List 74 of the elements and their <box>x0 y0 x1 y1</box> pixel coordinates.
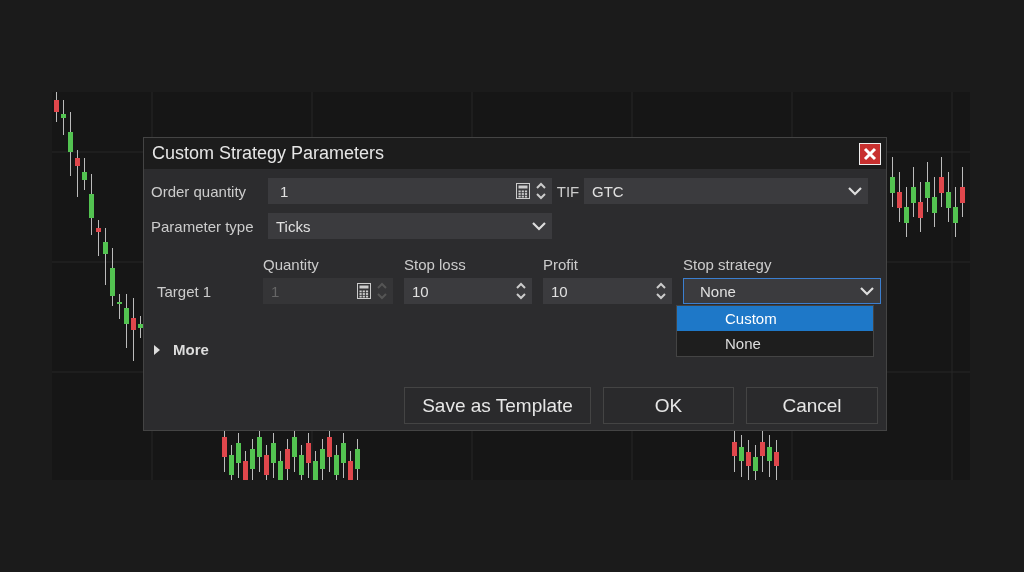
order-quantity-label: Order quantity <box>151 182 248 200</box>
candlestick <box>774 439 779 480</box>
candlestick <box>250 438 255 480</box>
dropdown-option[interactable]: None <box>677 331 873 356</box>
chevron-down-icon <box>860 286 874 296</box>
close-icon <box>863 146 877 161</box>
close-button[interactable] <box>859 142 881 165</box>
candlestick <box>739 434 744 478</box>
candlestick <box>753 444 758 480</box>
candlestick <box>904 186 909 238</box>
dropdown-option[interactable]: Custom <box>677 306 873 331</box>
candlestick <box>746 439 751 480</box>
candlestick <box>236 432 241 479</box>
profit-field[interactable]: 10 <box>543 278 672 304</box>
candlestick <box>75 149 80 198</box>
chevron-down-icon <box>848 186 862 196</box>
candlestick <box>760 429 765 473</box>
stop-loss-field[interactable]: 10 <box>404 278 532 304</box>
candlestick <box>285 438 290 480</box>
candlestick <box>96 219 101 257</box>
candlestick <box>68 111 73 177</box>
tif-select[interactable]: GTC <box>584 178 868 204</box>
chevron-down-icon <box>532 221 546 231</box>
candlestick <box>341 432 346 479</box>
more-toggle[interactable]: More <box>153 341 209 358</box>
candlestick <box>131 297 136 362</box>
candlestick <box>61 99 66 136</box>
stop-strategy-select[interactable]: None <box>683 278 881 304</box>
ok-button[interactable]: OK <box>603 387 734 424</box>
candlestick <box>299 444 304 480</box>
candlestick <box>946 171 951 223</box>
candlestick <box>334 444 339 480</box>
candlestick <box>953 186 958 238</box>
candlestick <box>960 166 965 218</box>
parameter-type-select[interactable]: Ticks <box>268 213 552 239</box>
candlestick <box>82 157 87 191</box>
column-header: Profit <box>543 256 578 273</box>
candlestick <box>278 450 283 480</box>
candlestick <box>110 247 115 307</box>
candlestick <box>897 171 902 223</box>
candlestick <box>767 434 772 478</box>
tif-label: TIF <box>555 182 581 200</box>
candlestick <box>271 432 276 479</box>
candlestick <box>925 161 930 213</box>
candlestick <box>89 173 94 236</box>
candlestick <box>932 176 937 228</box>
candlestick <box>732 429 737 473</box>
candlestick <box>939 156 944 208</box>
target-label: Target 1 <box>156 282 213 300</box>
candlestick <box>313 450 318 480</box>
candlestick <box>890 156 895 208</box>
calculator-icon[interactable] <box>516 183 530 199</box>
candlestick <box>138 315 143 339</box>
column-header: Quantity <box>263 256 319 273</box>
candlestick <box>264 444 269 480</box>
candlestick <box>243 450 248 480</box>
candlestick <box>911 166 916 218</box>
column-header: Stop strategy <box>683 256 772 273</box>
parameter-type-label: Parameter type <box>151 217 255 235</box>
dialog-title: Custom Strategy Parameters <box>152 143 385 164</box>
candlestick <box>124 293 129 349</box>
candlestick <box>229 444 234 480</box>
candlestick <box>348 450 353 480</box>
save-template-button[interactable]: Save as Template <box>404 387 591 424</box>
candlestick <box>355 438 360 480</box>
candlestick <box>306 432 311 479</box>
candlestick <box>918 181 923 233</box>
candlestick <box>320 438 325 480</box>
candlestick <box>54 92 59 123</box>
candlestick <box>117 293 122 320</box>
candlestick <box>103 227 108 286</box>
order-quantity-field[interactable]: 1 <box>268 178 552 204</box>
column-header: Stop loss <box>404 256 466 273</box>
cancel-button[interactable]: Cancel <box>746 387 878 424</box>
